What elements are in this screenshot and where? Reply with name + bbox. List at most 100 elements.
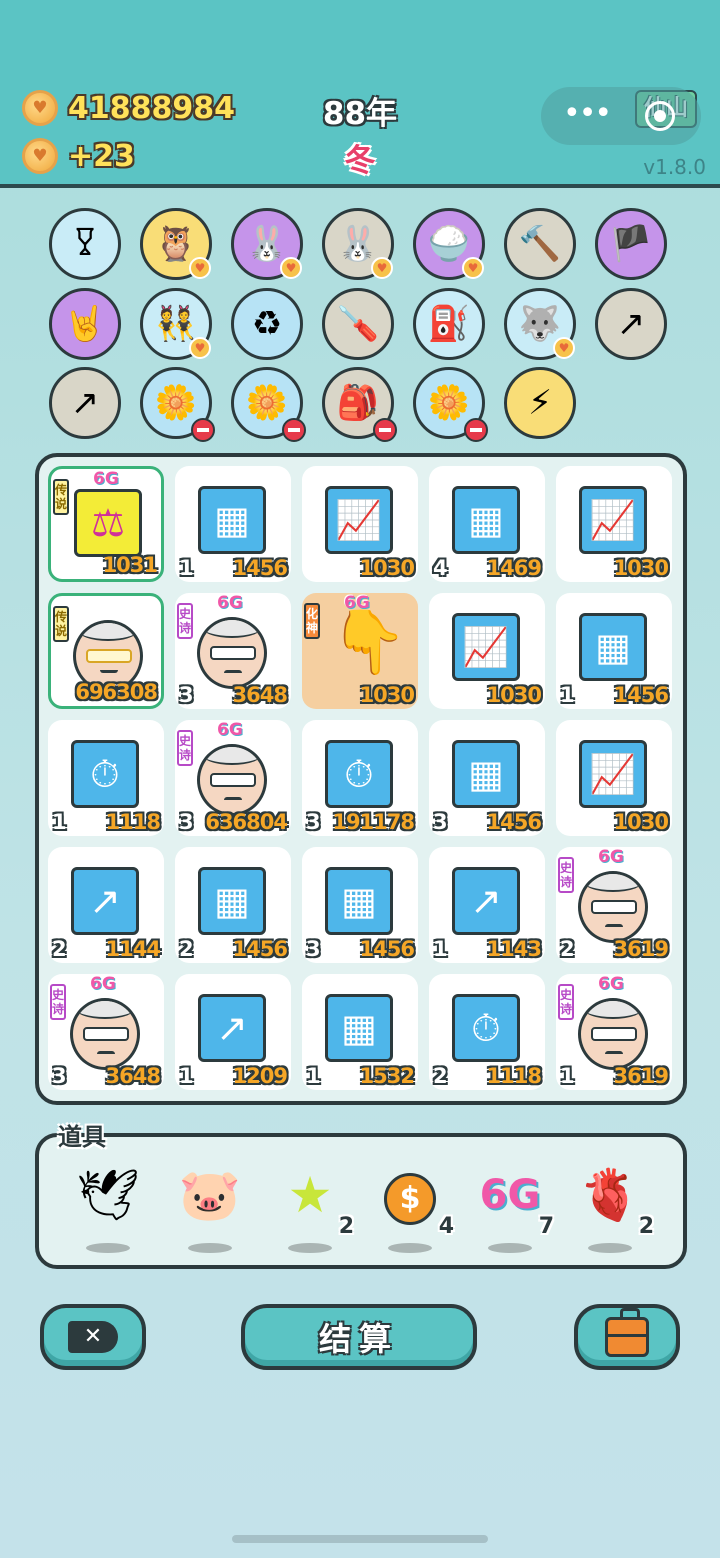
grid-card[interactable]: 史诗 6G 3 3648 xyxy=(175,593,291,709)
old-man-glasses xyxy=(86,649,132,663)
rarity-badge: 传说 xyxy=(53,479,69,515)
grid-card[interactable]: 史诗 6G 1 3619 xyxy=(556,974,672,1090)
grid-card[interactable]: ▦ 1 1456 xyxy=(556,593,672,709)
old-man-hair xyxy=(583,874,643,892)
grid-card[interactable]: ↗ 1 1143 xyxy=(429,847,545,963)
grid-card[interactable]: ▦ 3 1456 xyxy=(302,847,418,963)
flower-pot-icon[interactable]: 🌼 xyxy=(413,367,488,442)
grid-card[interactable]: ▦ 2 1456 xyxy=(175,847,291,963)
6g-tag: 6G xyxy=(90,974,116,994)
grid-card[interactable]: ▦ 1 1532 xyxy=(302,974,418,1090)
6g-tag: 6G xyxy=(93,469,119,489)
gold-bars-icon: ▦ xyxy=(452,486,520,554)
card-count: 3 xyxy=(179,683,194,707)
card-count: 1 xyxy=(433,937,448,961)
prop-dove[interactable]: 🕊 xyxy=(68,1163,148,1253)
gold-bars-icon: ▦ xyxy=(325,867,393,935)
grid-card[interactable]: ↗ 1 1209 xyxy=(175,974,291,1090)
heart-icon: ♥ xyxy=(280,257,302,279)
grid-card[interactable]: 👇 化神 6G 1030 xyxy=(302,593,418,709)
card-count: 2 xyxy=(433,1064,448,1088)
card-value: 1532 xyxy=(359,1064,415,1088)
grid-card[interactable]: ▦ 3 1456 xyxy=(429,720,545,836)
hammer-icon[interactable]: 🔨 xyxy=(504,208,576,280)
growth-chart-icon: 📈 xyxy=(325,486,393,554)
card-count: 1 xyxy=(560,1064,575,1088)
rock-hand-icon[interactable]: 🤘 xyxy=(49,288,121,360)
version-label: v1.8.0 xyxy=(643,155,706,179)
prop-star[interactable]: ★ 2 xyxy=(270,1163,354,1253)
card-count: 1 xyxy=(179,1064,194,1088)
coin-icon xyxy=(22,138,58,174)
prop-piggy-bank[interactable]: 🐷 xyxy=(170,1163,250,1253)
card-count: 1 xyxy=(306,1064,321,1088)
prop-shadow xyxy=(588,1243,632,1253)
grid-card[interactable]: ↗ 2 1144 xyxy=(48,847,164,963)
coin-icon xyxy=(22,90,58,126)
grid-card[interactable]: 史诗 6G 2 3619 xyxy=(556,847,672,963)
husky-icon[interactable]: 🐺 ♥ xyxy=(504,288,576,360)
lightning-icon[interactable]: ⚡ xyxy=(504,367,576,439)
boost-card-icon[interactable]: ↗ xyxy=(49,367,121,439)
rice-bowl-icon[interactable]: 🍚 ♥ xyxy=(413,208,485,280)
prop-6g[interactable]: 6G 7 xyxy=(470,1163,554,1253)
gold-bars-icon: ▦ xyxy=(198,486,266,554)
pointing-hand-icon: 👇 xyxy=(330,605,408,678)
twins-icon[interactable]: 👯 ♥ xyxy=(140,288,212,360)
rarity-badge: 史诗 xyxy=(558,857,574,893)
card-count: 1 xyxy=(560,683,575,707)
old-man-icon xyxy=(197,617,267,689)
recycle-bag-icon[interactable]: ♻ xyxy=(231,288,303,360)
delete-icon: ✕ xyxy=(68,1321,118,1353)
grid-card[interactable]: ⏱ 1 1118 xyxy=(48,720,164,836)
old-man-hair xyxy=(78,623,138,641)
grid-card[interactable]: 传说 696308 xyxy=(48,593,164,709)
boost-card-icon[interactable]: ↗ xyxy=(595,288,667,360)
grid-card[interactable]: 📈 1030 xyxy=(556,720,672,836)
close-target-icon[interactable] xyxy=(645,101,675,131)
rabbit-icon[interactable]: 🐰 ♥ xyxy=(231,208,303,280)
grid-card[interactable]: ⏱ 2 1118 xyxy=(429,974,545,1090)
rabbit-icon[interactable]: 🐰 ♥ xyxy=(322,208,394,280)
skirt-icon[interactable]: 𐃯 xyxy=(49,208,121,280)
old-man-mouth xyxy=(605,1051,623,1057)
coin-income: +23 xyxy=(22,138,135,174)
card-value: 3619 xyxy=(613,1064,669,1088)
flower-pot-icon[interactable]: 🌼 xyxy=(140,367,215,442)
screwdriver-icon[interactable]: 🪛 xyxy=(322,288,394,360)
grid-card[interactable]: 史诗 6G 3 3648 xyxy=(48,974,164,1090)
grid-card[interactable]: 史诗 6G 3 636804 xyxy=(175,720,291,836)
card-count: 3 xyxy=(179,810,194,834)
seed-bag-icon[interactable]: 🎒 xyxy=(322,367,397,442)
card-count: 2 xyxy=(52,937,67,961)
delete-button[interactable]: ✕ xyxy=(40,1304,146,1370)
settle-button[interactable]: 结算 xyxy=(241,1304,477,1370)
backpack-button[interactable] xyxy=(574,1304,680,1370)
grid-card[interactable]: ⏱ 3 191178 xyxy=(302,720,418,836)
card-value: 1030 xyxy=(359,556,415,580)
old-man-mouth xyxy=(605,924,623,930)
air-pump-icon[interactable]: ⛽ xyxy=(413,288,485,360)
card-count: 3 xyxy=(306,937,321,961)
grid-card[interactable]: ▦ 4 1469 xyxy=(429,466,545,582)
grid-card[interactable]: 📈 1030 xyxy=(556,466,672,582)
rarity-badge: 史诗 xyxy=(50,984,66,1020)
growth-chart-icon: 📈 xyxy=(452,613,520,681)
gold-bars-icon: ▦ xyxy=(325,994,393,1062)
grid-card[interactable]: 📈 1030 xyxy=(302,466,418,582)
grid-card[interactable]: ▦ 1 1456 xyxy=(175,466,291,582)
owl-masks-icon[interactable]: 🦉 ♥ xyxy=(140,208,212,280)
prop-coin[interactable]: $ 4 xyxy=(370,1163,454,1253)
flower-pot-icon[interactable]: 🌼 xyxy=(231,367,306,442)
card-value: 1456 xyxy=(232,937,288,961)
more-icon[interactable]: ••• xyxy=(563,99,612,131)
trend-icon: ↗ xyxy=(452,867,520,935)
eyepatch-icon[interactable]: 🏴 xyxy=(595,208,667,280)
rarity-badge: 化神 xyxy=(304,603,320,639)
rarity-badge: 史诗 xyxy=(177,730,193,766)
prop-liver[interactable]: 🫀 2 xyxy=(570,1163,654,1253)
grid-card[interactable]: ⚖ 传说 6G 1031 xyxy=(48,466,164,582)
game-year: 88年 xyxy=(322,96,398,132)
grid-card[interactable]: 📈 1030 xyxy=(429,593,545,709)
old-man-glasses xyxy=(591,1027,637,1041)
